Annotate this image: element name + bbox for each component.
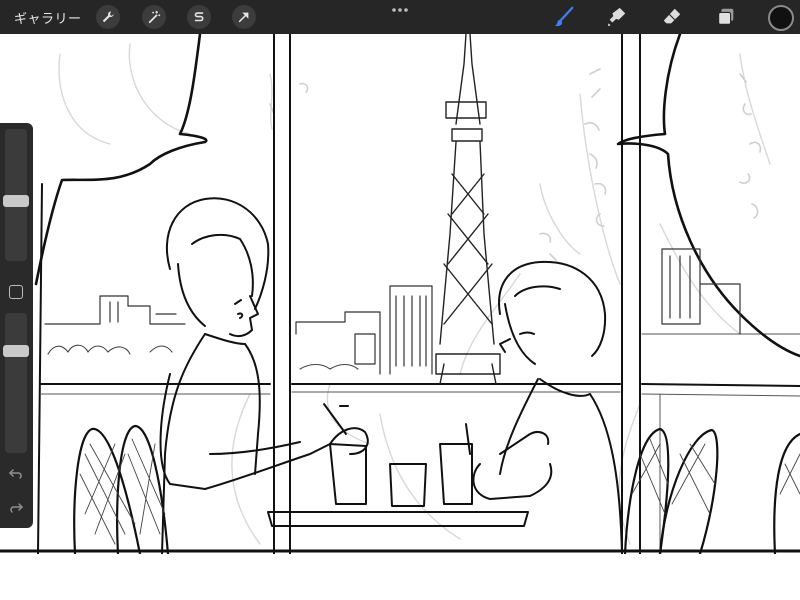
sidebar-panel — [0, 123, 33, 528]
brush-icon[interactable] — [552, 5, 576, 29]
opacity-slider[interactable] — [3, 313, 29, 453]
sketch-artwork — [0, 34, 800, 554]
layers-icon[interactable] — [714, 5, 738, 29]
modify-button[interactable] — [9, 285, 23, 299]
eraser-icon[interactable] — [660, 5, 684, 29]
brush-size-slider[interactable] — [3, 129, 29, 261]
drawing-canvas[interactable] — [0, 34, 800, 554]
undo-icon[interactable] — [8, 466, 24, 482]
top-toolbar: ギャラリー — [0, 0, 800, 34]
ellipsis-icon[interactable] — [390, 6, 410, 14]
canvas-margin — [0, 554, 800, 600]
arrow-cursor-icon[interactable] — [232, 5, 256, 29]
color-picker[interactable] — [768, 5, 794, 31]
wrench-icon[interactable] — [96, 5, 120, 29]
smudge-icon[interactable] — [605, 5, 629, 29]
redo-icon[interactable] — [8, 500, 24, 516]
opacity-thumb[interactable] — [3, 345, 29, 357]
magic-wand-icon[interactable] — [142, 5, 166, 29]
brush-size-thumb[interactable] — [3, 195, 29, 207]
selection-s-icon[interactable] — [187, 5, 211, 29]
gallery-button[interactable]: ギャラリー — [14, 8, 82, 27]
